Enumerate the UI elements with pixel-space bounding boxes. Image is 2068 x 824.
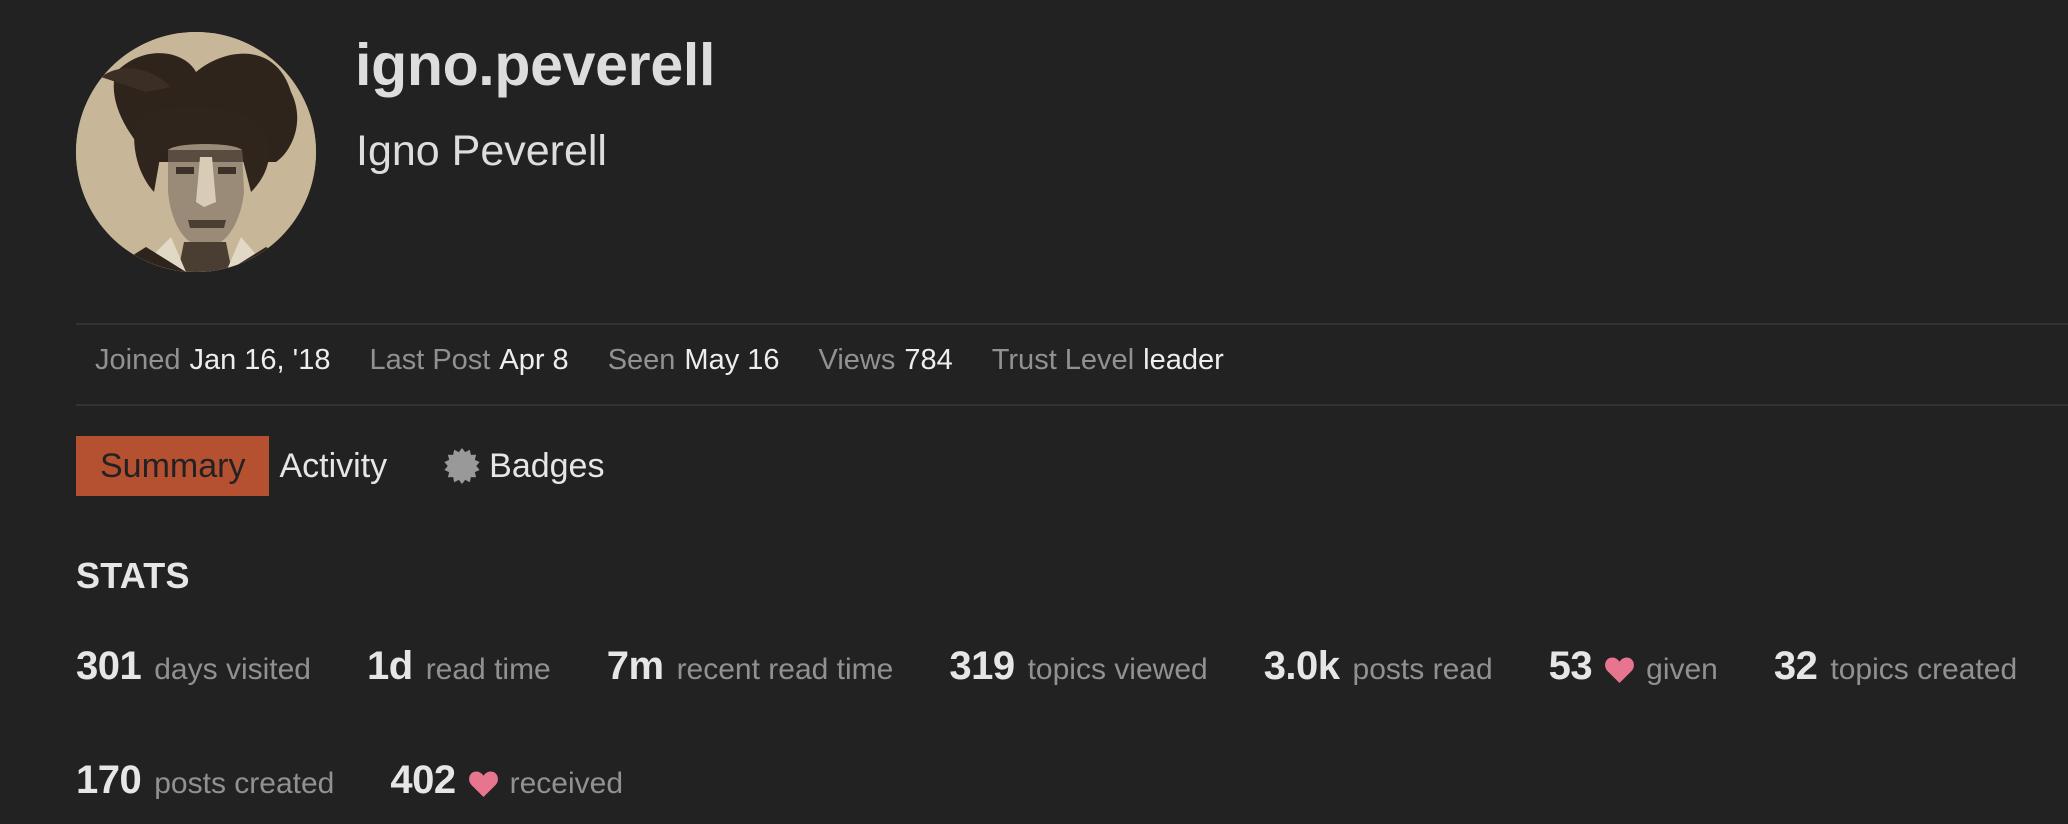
stat-recent-read-time: 7m recent read time [607, 646, 894, 686]
stat-days-visited: 301 days visited [76, 646, 311, 686]
stat-value: 402 [390, 758, 456, 802]
stat-value: 1d [367, 644, 413, 688]
stats-row: 170 posts created 402 received [76, 760, 679, 800]
info-label: Views [818, 344, 896, 376]
heart-icon [1604, 656, 1635, 684]
stat-value: 32 [1773, 644, 1818, 688]
stat-value: 170 [76, 758, 142, 802]
stats-heading: STATS [76, 555, 190, 596]
tab-activity[interactable]: Activity [245, 436, 413, 496]
info-value: leader [1143, 344, 1224, 376]
stats-row: 301 days visited 1d read time 7m recent … [76, 646, 2068, 686]
full-name: Igno Peverell [356, 127, 607, 175]
stat-label: recent read time [676, 653, 894, 686]
tab-label: Badges [489, 446, 605, 485]
info-last-post: Last Post Apr 8 [369, 346, 568, 375]
stat-value: 7m [606, 644, 664, 688]
stat-label: topics created [1830, 653, 2018, 686]
stat-value: 319 [949, 644, 1015, 688]
stat-likes-received: 402 received [390, 760, 623, 800]
username: igno.peverell [355, 32, 716, 98]
heart-icon [468, 770, 499, 798]
avatar-portrait-image [76, 32, 316, 272]
stat-label: days visited [154, 653, 311, 686]
stat-label: received [509, 767, 624, 800]
stat-label: read time [425, 653, 551, 686]
badge-starburst-icon [444, 447, 480, 485]
info-value: May 16 [684, 344, 780, 376]
stat-topics-viewed: 319 topics viewed [949, 646, 1207, 686]
divider [76, 404, 2068, 406]
info-label: Seen [607, 344, 676, 376]
tab-label: Activity [279, 446, 388, 485]
info-value: 784 [904, 344, 953, 376]
info-joined: Joined Jan 16, '18 [95, 346, 330, 375]
stat-value: 3.0k [1263, 644, 1340, 688]
user-profile-page: igno.peverell Igno Peverell Joined Jan 1… [0, 0, 2068, 824]
profile-tabs: Summary Activity Badges [76, 436, 628, 496]
stat-likes-given: 53 given [1549, 646, 1718, 686]
divider [76, 323, 2068, 325]
tab-badges[interactable]: Badges [413, 436, 628, 496]
info-label: Last Post [369, 344, 491, 376]
stat-value: 53 [1548, 644, 1593, 688]
tab-label: Summary [100, 446, 246, 485]
stat-posts-read: 3.0k posts read [1264, 646, 1493, 686]
user-info-bar: Joined Jan 16, '18 Last Post Apr 8 Seen … [95, 346, 1263, 375]
info-label: Joined [95, 344, 181, 376]
info-value: Jan 16, '18 [189, 344, 331, 376]
info-seen: Seen May 16 [608, 346, 780, 375]
info-label: Trust Level [991, 344, 1135, 376]
stat-value: 301 [76, 644, 142, 688]
stat-posts-created: 170 posts created [76, 760, 334, 800]
stat-label: posts read [1352, 653, 1493, 686]
tab-summary[interactable]: Summary [76, 436, 270, 496]
stat-label: posts created [154, 767, 335, 800]
info-views: Views 784 [819, 346, 953, 375]
stat-topics-created: 32 topics created [1774, 646, 2017, 686]
stat-label: topics viewed [1027, 653, 1208, 686]
avatar[interactable] [76, 32, 316, 272]
info-trust-level: Trust Level leader [992, 346, 1224, 375]
info-value[interactable]: Apr 8 [499, 346, 568, 375]
stat-label: given [1646, 653, 1718, 686]
stat-read-time: 1d read time [367, 646, 551, 686]
